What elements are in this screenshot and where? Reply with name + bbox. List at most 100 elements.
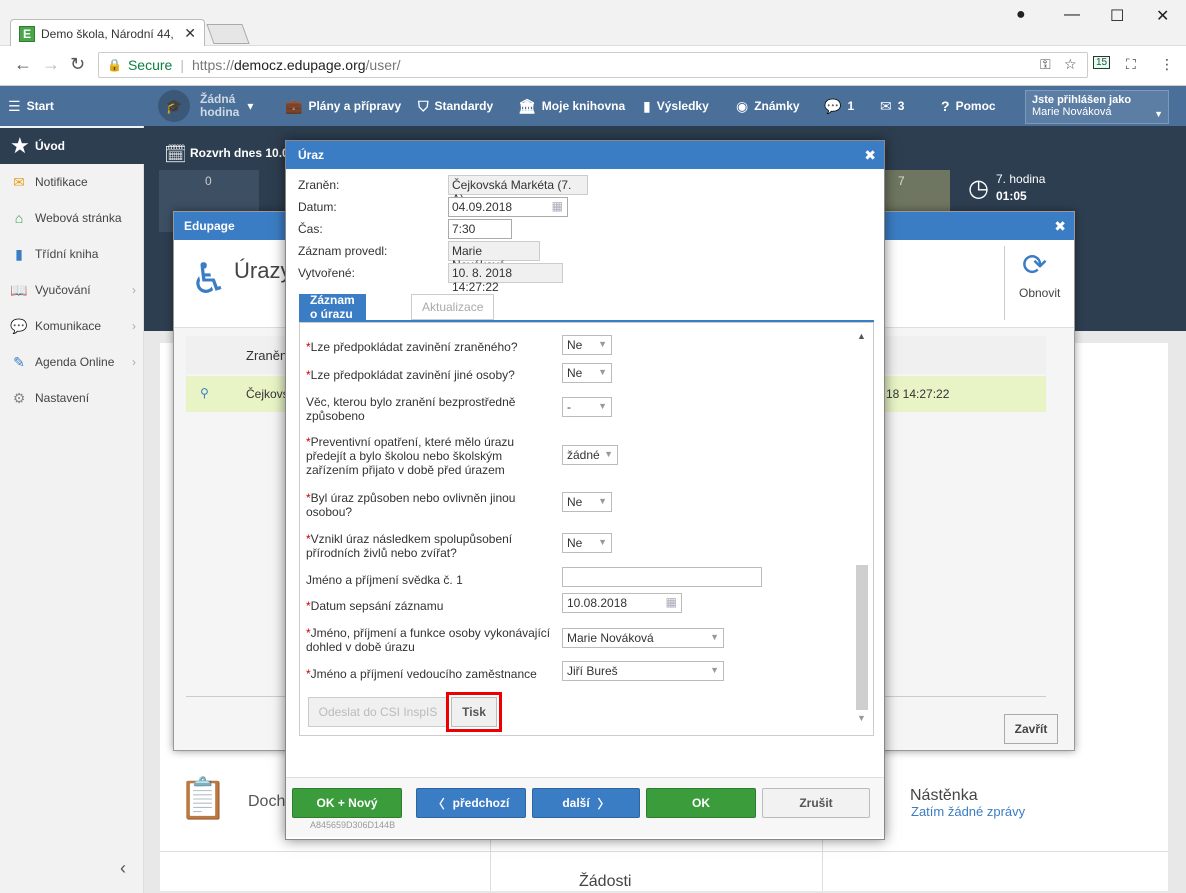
user-menu[interactable]: Jste přihlášen jako Marie Nováková ▼ [1025, 90, 1169, 124]
sidebar-item-tridni-kniha[interactable]: ▮ Třídní kniha [0, 236, 144, 272]
sidebar-item-komunikace[interactable]: 💬 Komunikace › [0, 308, 144, 344]
briefcase-icon: 💼 [285, 97, 303, 114]
close-icon[interactable]: ✖ [864, 147, 876, 164]
witness-name-input[interactable] [562, 567, 762, 587]
url-path: /user/ [365, 57, 401, 73]
tab-updates[interactable]: Aktualizace [411, 294, 495, 320]
question-label: *Jméno a příjmení vedoucího zaměstnance [306, 667, 556, 681]
cancel-button[interactable]: Zrušit [762, 788, 870, 818]
sidebar-item-uvod[interactable]: ★ Úvod [0, 128, 144, 164]
send-to-csi-button[interactable]: Odeslat do CSI InspIS [308, 697, 448, 727]
ok-new-button[interactable]: OK + Nový [292, 788, 402, 818]
scroll-thumb[interactable] [856, 565, 868, 710]
injury-record-panel: *Lze předpokládat zavinění zraněného? Ne… [299, 322, 874, 736]
ok-button[interactable]: OK [646, 788, 756, 818]
select-q5[interactable]: Ne ▼ [562, 492, 612, 512]
question-label: Jméno a příjmení svědka č. 1 [306, 573, 556, 587]
forward-arrow-icon[interactable]: → [42, 54, 60, 75]
date-field[interactable]: 04.09.2018 ▦ [448, 197, 568, 217]
screenshot-icon[interactable]: ⛶ [1126, 56, 1136, 73]
sidebar-item-vyucovani[interactable]: 📖 Vyučování › [0, 272, 144, 308]
minimize-button[interactable]: — [1064, 6, 1080, 24]
results-menu[interactable]: ▮ Výsledky [643, 86, 709, 126]
column-header[interactable]: Zraněn [246, 348, 287, 363]
calendar-icon[interactable]: ▦ [552, 199, 563, 213]
checklist-icon: 📋 [178, 777, 228, 821]
close-icon[interactable]: ✖ [1054, 218, 1066, 235]
standards-menu[interactable]: ⛉ Standardy [418, 86, 493, 126]
refresh-label[interactable]: Obnovit [1019, 286, 1060, 300]
book-icon: ▮ [15, 245, 23, 262]
question-text: Jméno, příjmení a funkce osoby vykonávaj… [306, 626, 551, 654]
sidebar-item-label: Nastavení [35, 391, 90, 405]
panel-scrollbar[interactable]: ▲ ▼ [851, 323, 873, 735]
help-menu[interactable]: ? Pomoc [941, 86, 996, 126]
select-q2[interactable]: Ne ▼ [562, 363, 612, 383]
maximize-button[interactable]: ☐ [1110, 6, 1124, 26]
next-button[interactable]: další 〉 [532, 788, 640, 818]
grades-menu[interactable]: ◉ Známky [736, 86, 800, 126]
edupage-favicon-icon: E [19, 25, 35, 42]
chevron-down-icon: ▼ [598, 496, 607, 506]
question-label: *Vznikl úraz následkem spolupůsobení pří… [306, 532, 538, 560]
tab-record[interactable]: Záznam o úrazu [299, 293, 366, 321]
url-host: democz.edupage.org [233, 57, 366, 73]
home-icon: ⌂ [14, 210, 24, 226]
requests-title[interactable]: Žádosti [579, 873, 631, 891]
star-icon[interactable]: ☆ [1064, 56, 1077, 73]
grades-label: Známky [754, 99, 800, 113]
plans-menu[interactable]: 💼 Plány a přípravy [285, 86, 401, 126]
select-supervisor[interactable]: Marie Nováková ▼ [562, 628, 724, 648]
close-button[interactable]: Zavřít [1004, 714, 1058, 744]
sidebar-item-nastaveni[interactable]: ⚙ Nastavení [0, 380, 144, 416]
profile-icon[interactable]: ● [1016, 6, 1026, 24]
back-arrow-icon[interactable]: ← [14, 54, 32, 75]
sidebar-item-notifikace[interactable]: ✉ Notifikace [0, 164, 144, 200]
start-menu[interactable]: ☰ Start [8, 86, 54, 126]
key-icon[interactable]: ⚿ [1040, 56, 1051, 73]
messages-menu[interactable]: 💬 1 [824, 86, 854, 126]
sidebar-item-webova-stranka[interactable]: ⌂ Webová stránka [0, 200, 144, 236]
browser-tab[interactable]: E Demo škola, Národní 44, ✕ [10, 19, 205, 47]
record-date-input[interactable]: 10.08.2018 ▦ [562, 593, 682, 613]
library-menu[interactable]: 🏛 Moje knihovna [518, 86, 625, 126]
new-tab-button[interactable] [206, 24, 250, 44]
menu-dots-icon[interactable]: ⋮ [1160, 56, 1174, 73]
extension-icon[interactable]: 15 [1093, 56, 1111, 69]
sidebar-item-label: Webová stránka [35, 211, 122, 225]
board-title[interactable]: Nástěnka [910, 787, 978, 805]
select-q4[interactable]: žádné ▼ [562, 445, 618, 465]
print-button[interactable]: Tisk [446, 692, 502, 732]
select-manager[interactable]: Jiří Bureš ▼ [562, 661, 724, 681]
select-q3[interactable]: - ▼ [562, 397, 612, 417]
refresh-icon[interactable]: ⟳ [1022, 248, 1047, 283]
close-tab-icon[interactable]: ✕ [184, 25, 196, 42]
select-q1[interactable]: Ne ▼ [562, 335, 612, 355]
chevron-down-icon: ▼ [598, 339, 607, 349]
mail-menu[interactable]: ✉ 3 [880, 86, 904, 126]
address-bar[interactable]: 🔒 Secure | https:// democz.edupage.org /… [98, 52, 1088, 78]
injured-value: Čejkovská Markéta (7. A) [448, 175, 588, 206]
doc-tile-label[interactable]: Doch [248, 793, 285, 811]
close-window-button[interactable]: ✕ [1156, 6, 1169, 26]
created-label: Vytvořené: [298, 266, 355, 280]
collapse-chevron-icon[interactable]: ‹ [120, 858, 126, 879]
reload-icon[interactable]: ↻ [70, 54, 85, 75]
user-name: Marie Nováková [1032, 106, 1112, 118]
app-topbar: ☰ Start 🎓 Žádná hodina ▾ 💼 Plány a přípr… [0, 86, 1186, 126]
scroll-down-icon[interactable]: ▼ [857, 713, 866, 723]
previous-button[interactable]: 〈 předchozí [416, 788, 526, 818]
calendar-icon[interactable]: ▦ [666, 595, 677, 609]
sidebar-item-agenda-online[interactable]: ✎ Agenda Online › [0, 344, 144, 380]
lesson-selector[interactable]: 🎓 Žádná hodina ▾ [158, 86, 253, 126]
chevron-right-icon: › [132, 319, 136, 333]
lock-icon: 🔒 [107, 58, 122, 72]
scroll-up-icon[interactable]: ▲ [857, 331, 866, 341]
mail-count: 3 [897, 99, 905, 113]
plans-label: Plány a přípravy [308, 99, 402, 113]
time-field[interactable]: 7:30 [448, 219, 512, 239]
secure-label: Secure [127, 57, 173, 73]
browser-toolbar: ← → ↻ 🔒 Secure | https:// democz.edupage… [0, 46, 1186, 86]
select-q6[interactable]: Ne ▼ [562, 533, 612, 553]
schedule-title: Rozvrh dnes 10.0 [190, 146, 289, 160]
